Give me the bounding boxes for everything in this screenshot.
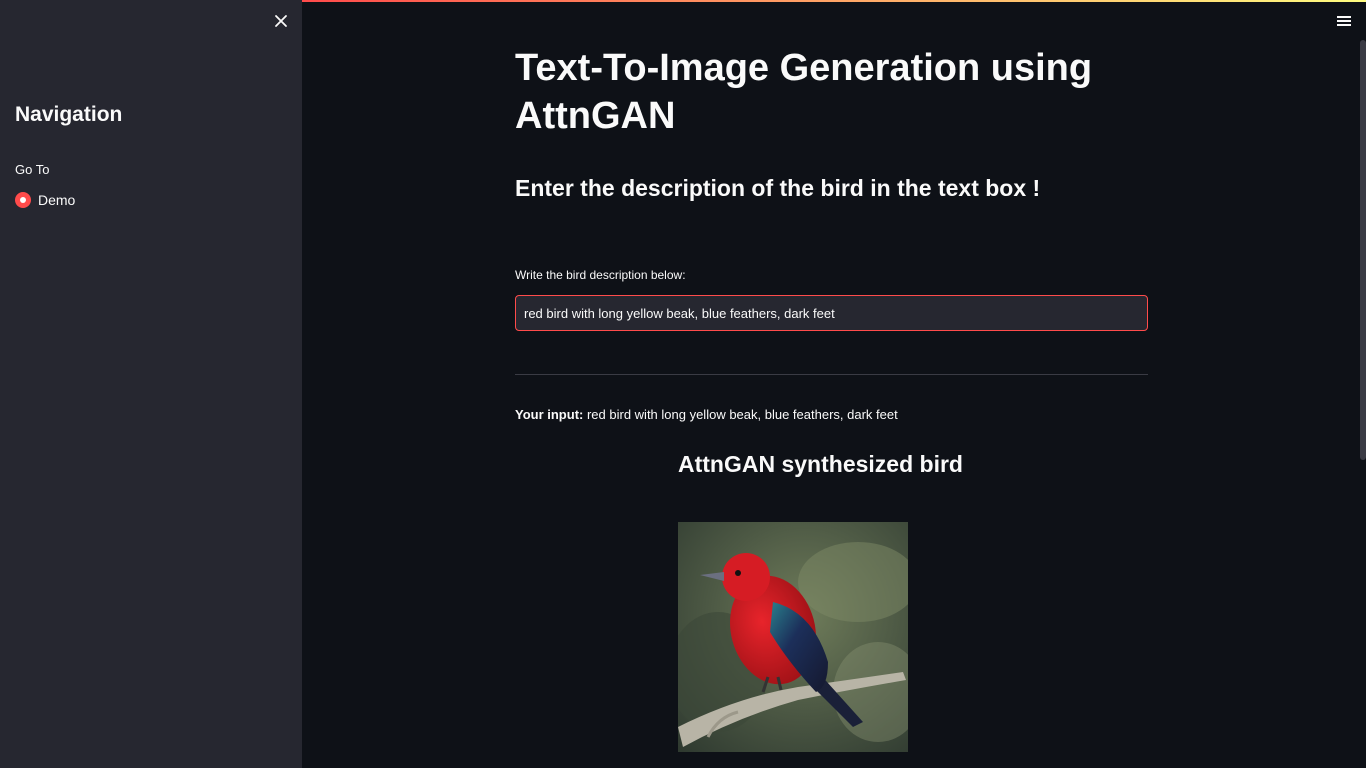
page-title: Text-To-Image Generation using AttnGAN	[515, 47, 1093, 137]
close-icon[interactable]	[270, 10, 292, 32]
radio-group-label: Go To	[15, 162, 50, 177]
scrollbar[interactable]	[1360, 40, 1366, 460]
synthesized-bird-image	[678, 522, 908, 752]
your-input-prefix: Your input:	[515, 407, 584, 422]
sidebar: Navigation Go To Demo	[0, 0, 302, 768]
description-input-label: Write the bird description below:	[515, 268, 686, 282]
radio-option-demo[interactable]: Demo	[15, 191, 75, 209]
divider	[515, 374, 1148, 375]
page-subtitle: Enter the description of the bird in the…	[515, 175, 1041, 201]
radio-option-label: Demo	[38, 192, 76, 208]
radio-selected-icon[interactable]	[15, 192, 31, 208]
main-content: Text-To-Image Generation using AttnGAN E…	[515, 0, 1148, 768]
app-root: Navigation Go To Demo Text-To-Image Gene…	[0, 0, 1366, 768]
your-input-text: Your input: red bird with long yellow be…	[515, 407, 898, 422]
description-input[interactable]	[515, 295, 1148, 331]
result-heading: AttnGAN synthesized bird	[678, 451, 963, 477]
your-input-value: red bird with long yellow beak, blue fea…	[583, 407, 898, 422]
sidebar-title: Navigation	[15, 103, 123, 126]
hamburger-icon[interactable]	[1336, 14, 1352, 30]
